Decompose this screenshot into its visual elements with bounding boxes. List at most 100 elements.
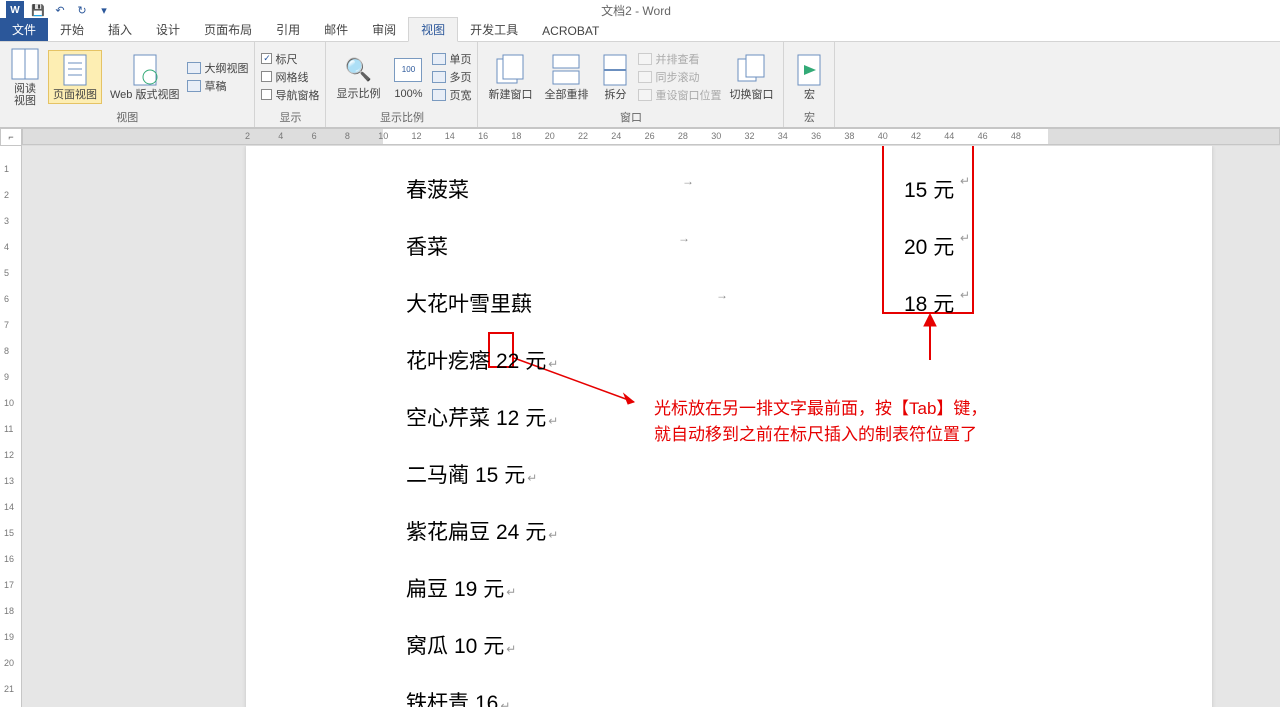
- item-name: 大花叶雪里蕻: [406, 288, 532, 318]
- tab-file[interactable]: 文件: [0, 18, 48, 41]
- paragraph-mark-icon: ↵: [960, 288, 970, 302]
- undo-button[interactable]: ↶: [52, 2, 68, 18]
- paragraph-mark-icon: ↵: [527, 471, 537, 485]
- doc-line[interactable]: 春菠菜 → 15 元 ↵: [406, 174, 1212, 204]
- read-mode-button[interactable]: 阅读 视图: [6, 45, 44, 109]
- doc-line[interactable]: 空心芹菜12 元↵: [406, 402, 1212, 432]
- outline-view-button[interactable]: 大纲视图: [187, 59, 248, 77]
- tab-design[interactable]: 设计: [144, 18, 192, 41]
- zoom-100-button[interactable]: 100 100%: [388, 52, 428, 102]
- item-price: 15 元: [904, 174, 954, 204]
- tab-selector[interactable]: ⌐: [0, 128, 22, 146]
- tab-insert[interactable]: 插入: [96, 18, 144, 41]
- item-price: 12 元: [496, 402, 546, 432]
- item-price: 24 元: [496, 516, 546, 546]
- print-layout-button[interactable]: 页面视图: [48, 50, 102, 104]
- zoom-button[interactable]: 🔍 显示比例: [332, 52, 384, 102]
- group-macro: 宏 宏: [784, 42, 835, 127]
- arrange-all-button[interactable]: 全部重排: [540, 51, 592, 103]
- group-show: ✓标尺 网格线 导航窗格 显示: [255, 42, 326, 127]
- paragraph-mark-icon: ↵: [500, 699, 510, 707]
- doc-line[interactable]: 花叶疙瘩22 元↵: [406, 345, 1212, 375]
- doc-line[interactable]: 窝瓜10 元↵: [406, 630, 1212, 660]
- tab-home[interactable]: 开始: [48, 18, 96, 41]
- item-name: 春菠菜: [406, 174, 469, 204]
- document-viewport[interactable]: 光标放在另一排文字最前面，按【Tab】键， 就自动移到之前在标尺插入的制表符位置…: [22, 146, 1280, 707]
- multi-page-icon: [432, 71, 446, 83]
- word-app-icon: W: [6, 1, 24, 19]
- read-mode-icon: [10, 47, 40, 81]
- document-page[interactable]: 光标放在另一排文字最前面，按【Tab】键， 就自动移到之前在标尺插入的制表符位置…: [246, 146, 1212, 707]
- doc-line[interactable]: 紫花扁豆24 元↵: [406, 516, 1212, 546]
- save-button[interactable]: 💾: [30, 2, 46, 18]
- ruler-checkbox[interactable]: ✓标尺: [261, 50, 319, 68]
- item-price: 18 元: [904, 288, 954, 318]
- vertical-ruler[interactable]: 123456789101112131415161718192021: [0, 146, 22, 707]
- gridlines-checkbox[interactable]: 网格线: [261, 68, 319, 86]
- web-layout-icon: [130, 53, 160, 87]
- doc-line[interactable]: 大花叶雪里蕻 → 18 元 ↵: [406, 288, 1212, 318]
- tab-review[interactable]: 审阅: [360, 18, 408, 41]
- paragraph-mark-icon: ↵: [548, 357, 558, 371]
- tab-arrow-icon: →: [678, 231, 690, 245]
- switch-window-button[interactable]: 切换窗口: [725, 51, 777, 103]
- tab-arrow-icon: →: [682, 174, 694, 188]
- doc-line[interactable]: 扁豆19 元↵: [406, 573, 1212, 603]
- group-views: 阅读 视图 页面视图 Web 版式视图 大纲视图 草稿 视图: [0, 42, 255, 127]
- item-price: 20 元: [904, 231, 954, 261]
- draft-view-button[interactable]: 草稿: [187, 77, 248, 95]
- tab-mailings[interactable]: 邮件: [312, 18, 360, 41]
- item-name: 紫花扁豆: [406, 516, 490, 546]
- split-button[interactable]: 拆分: [596, 51, 634, 103]
- side-by-side-icon: [638, 53, 652, 65]
- page-width-button[interactable]: 页宽: [432, 86, 471, 104]
- tab-view[interactable]: 视图: [408, 17, 458, 42]
- doc-line[interactable]: 铁杆青16↵: [406, 687, 1212, 707]
- macros-icon: [794, 53, 824, 87]
- tab-references[interactable]: 引用: [264, 18, 312, 41]
- doc-line[interactable]: 香菜 → 20 元 ↵: [406, 231, 1212, 261]
- item-price: 19 元: [454, 573, 504, 603]
- web-layout-button[interactable]: Web 版式视图: [106, 51, 183, 103]
- reset-window-icon: [638, 89, 652, 101]
- print-layout-icon: [60, 53, 90, 87]
- new-window-button[interactable]: 新建窗口: [484, 51, 536, 103]
- tab-layout[interactable]: 页面布局: [192, 18, 264, 41]
- ruler-row: ⌐ 24681012141618202224262830323436384042…: [0, 128, 1280, 146]
- qat-dropdown[interactable]: ▾: [96, 2, 112, 18]
- one-page-icon: [432, 53, 446, 65]
- editing-area: 123456789101112131415161718192021 光标放在另一…: [0, 146, 1280, 707]
- macros-button[interactable]: 宏: [790, 51, 828, 103]
- item-price: 22 元: [496, 345, 546, 375]
- doc-line[interactable]: 二马蔺15 元↵: [406, 459, 1212, 489]
- item-name: 二马蔺: [406, 459, 469, 489]
- item-name: 窝瓜: [406, 630, 448, 660]
- horizontal-ruler[interactable]: 2468101214161820222426283032343638404244…: [22, 128, 1280, 145]
- item-price: 10 元: [454, 630, 504, 660]
- paragraph-mark-icon: ↵: [506, 585, 516, 599]
- paragraph-mark-icon: ↵: [548, 528, 558, 542]
- tab-acrobat[interactable]: ACROBAT: [530, 21, 611, 41]
- split-icon: [600, 53, 630, 87]
- item-price: 16: [475, 692, 498, 707]
- paragraph-mark-icon: ↵: [960, 174, 970, 188]
- tab-arrow-icon: →: [716, 288, 728, 302]
- paragraph-mark-icon: ↵: [960, 231, 970, 245]
- item-name: 香菜: [406, 231, 448, 261]
- reset-window-pos: 重设窗口位置: [638, 86, 721, 104]
- item-price: 15 元: [475, 459, 525, 489]
- sync-scroll: 同步滚动: [638, 68, 721, 86]
- group-window: 新建窗口 全部重排 拆分 并排查看 同步滚动 重设窗口位置 切换窗口 窗口: [478, 42, 784, 127]
- zoom-100-icon: 100: [392, 54, 424, 86]
- paragraph-mark-icon: ↵: [506, 642, 516, 656]
- ribbon-tabs: 文件 开始 插入 设计 页面布局 引用 邮件 审阅 视图 开发工具 ACROBA…: [0, 20, 1280, 42]
- multi-page-button[interactable]: 多页: [432, 68, 471, 86]
- item-name: 花叶疙瘩: [406, 345, 490, 375]
- one-page-button[interactable]: 单页: [432, 50, 471, 68]
- paragraph-mark-icon: ↵: [548, 414, 558, 428]
- redo-button[interactable]: ↻: [74, 2, 90, 18]
- arrange-all-icon: [551, 53, 581, 87]
- ribbon: 阅读 视图 页面视图 Web 版式视图 大纲视图 草稿 视图 ✓标尺 网格线 导…: [0, 42, 1280, 128]
- nav-pane-checkbox[interactable]: 导航窗格: [261, 86, 319, 104]
- tab-developer[interactable]: 开发工具: [458, 18, 530, 41]
